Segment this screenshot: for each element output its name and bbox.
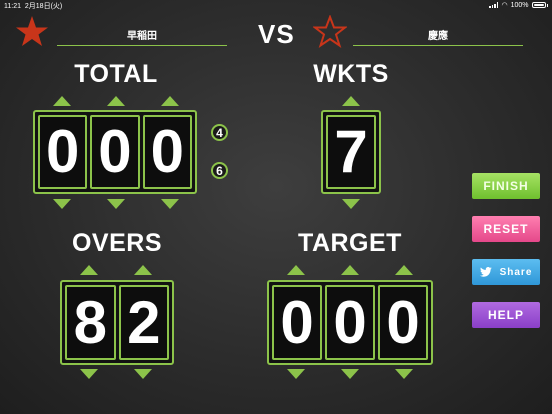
total-digit-3[interactable]: 0: [142, 115, 192, 189]
help-button[interactable]: HELP: [472, 302, 540, 328]
total-digit-1-up-arrow[interactable]: [53, 96, 71, 106]
battery-percent: 100%: [510, 1, 529, 9]
overs-digit-2-up-arrow[interactable]: [134, 265, 152, 275]
overs-digit-1[interactable]: 8: [65, 285, 116, 360]
total-digit-1[interactable]: 0: [38, 115, 88, 189]
finish-button[interactable]: FINISH: [472, 173, 540, 199]
target-digit-3-up-arrow[interactable]: [395, 265, 413, 275]
add-four-button[interactable]: 4: [211, 124, 228, 141]
total-score-box: 0 0 0: [33, 110, 197, 194]
twitter-bird-icon: [479, 267, 492, 277]
away-team-name[interactable]: 慶應: [353, 27, 523, 42]
share-button[interactable]: Share: [472, 259, 540, 285]
total-digit-2[interactable]: 0: [90, 115, 140, 189]
target-digit-3[interactable]: 0: [378, 285, 428, 360]
home-team-name[interactable]: 早稲田: [57, 27, 227, 42]
target-digit-1[interactable]: 0: [272, 285, 322, 360]
total-digit-2-down-arrow[interactable]: [107, 199, 125, 209]
wkts-label: WKTS: [313, 60, 389, 88]
wkts-score-box: 7: [321, 110, 381, 194]
wifi-icon: ◠: [501, 2, 508, 9]
target-digit-3-down-arrow[interactable]: [395, 369, 413, 379]
wkts-up-arrow[interactable]: [342, 96, 360, 106]
status-time: 11:21: [4, 3, 21, 10]
signal-icon: [489, 2, 499, 8]
away-star-icon[interactable]: [313, 15, 347, 48]
status-date: 2月18日(火): [24, 3, 63, 10]
target-label: TARGET: [298, 229, 402, 257]
target-score-box: 0 0 0: [267, 280, 433, 365]
add-six-button[interactable]: 6: [211, 162, 228, 179]
overs-label: OVERS: [71, 229, 163, 257]
battery-icon: [531, 2, 546, 8]
target-digit-2-up-arrow[interactable]: [341, 265, 359, 275]
overs-digit-1-up-arrow[interactable]: [80, 265, 98, 275]
target-digit-1-down-arrow[interactable]: [287, 369, 305, 379]
target-digit-1-up-arrow[interactable]: [287, 265, 305, 275]
vs-label: VS: [258, 19, 295, 49]
status-time-date: 11:21 2月18日(火): [4, 1, 62, 11]
wkts-digit[interactable]: 7: [326, 115, 376, 189]
total-digit-3-down-arrow[interactable]: [161, 199, 179, 209]
total-digit-3-up-arrow[interactable]: [161, 96, 179, 106]
overs-digit-1-down-arrow[interactable]: [80, 369, 98, 379]
overs-digit-2[interactable]: 2: [118, 285, 169, 360]
target-digit-2-down-arrow[interactable]: [341, 369, 359, 379]
home-star-icon[interactable]: [15, 15, 49, 48]
away-team-underline: [353, 45, 523, 46]
overs-score-box: 8 2: [60, 280, 174, 365]
wkts-down-arrow[interactable]: [342, 199, 360, 209]
overs-digit-2-down-arrow[interactable]: [134, 369, 152, 379]
total-label: TOTAL: [74, 60, 158, 88]
home-team-underline: [57, 45, 227, 46]
status-indicators: ◠ 100%: [489, 1, 548, 9]
total-digit-1-down-arrow[interactable]: [53, 199, 71, 209]
target-digit-2[interactable]: 0: [325, 285, 375, 360]
reset-button[interactable]: RESET: [472, 216, 540, 242]
share-button-label: Share: [499, 266, 533, 278]
total-digit-2-up-arrow[interactable]: [107, 96, 125, 106]
